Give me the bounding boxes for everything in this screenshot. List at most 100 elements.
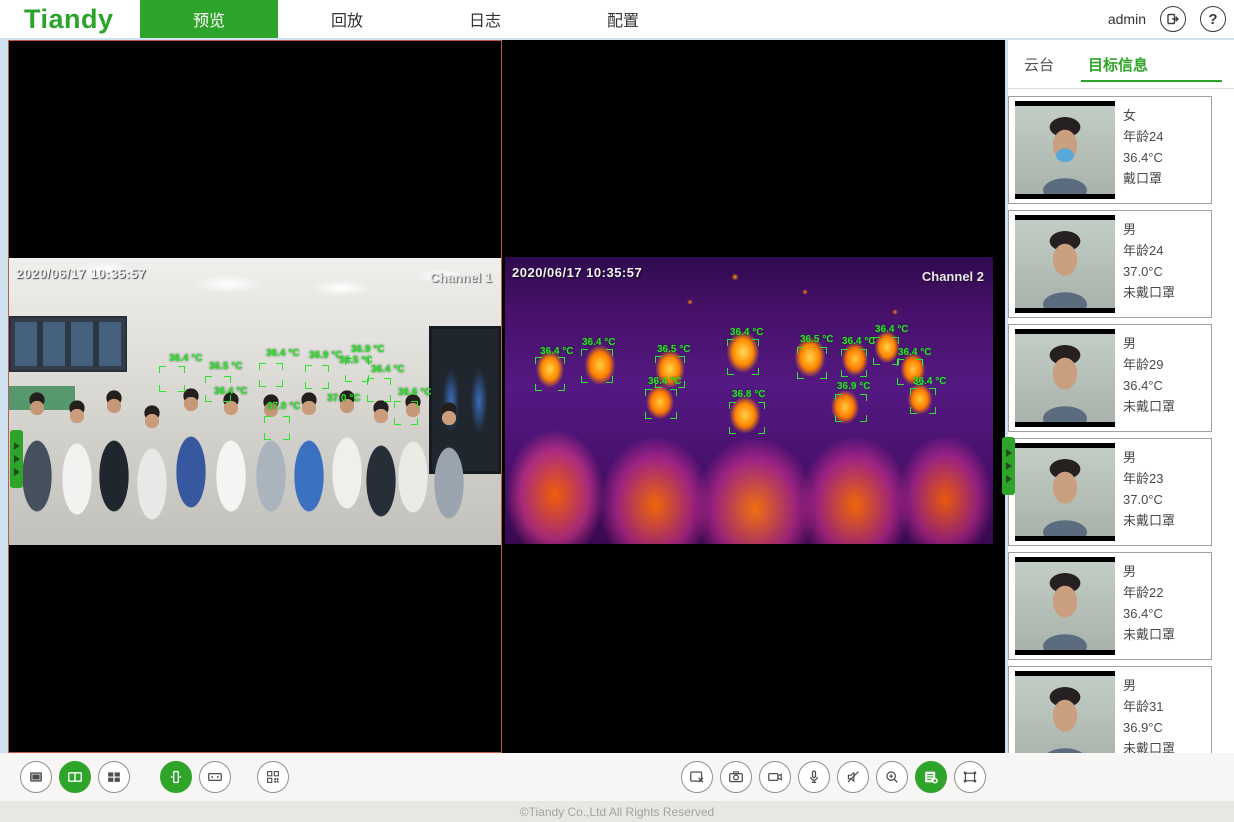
logout-icon[interactable] — [1160, 6, 1186, 32]
face-bracket — [159, 366, 185, 392]
right-panel-collapse-handle[interactable] — [1002, 437, 1015, 495]
close-all-icon[interactable] — [681, 761, 713, 793]
temperature-overlay-label: 36.4 °C — [169, 353, 202, 364]
mask-status-label: 未戴口罩 — [1123, 282, 1175, 303]
face-bracket — [581, 349, 613, 383]
arrow-icon — [14, 442, 20, 450]
video-pane-channel1[interactable]: 36.4 °C36.5 °C36.4 °C36.4 °C36.9 °C36.5 … — [8, 40, 502, 753]
footer-bar: ©Tiandy Co.,Ltd All Rights Reserved — [0, 801, 1234, 822]
record-icon[interactable] — [759, 761, 791, 793]
tab-playback[interactable]: 回放 — [278, 0, 416, 38]
target-info-overlay-icon[interactable] — [915, 761, 947, 793]
temperature-overlay-label: 36.4 °C — [898, 347, 931, 358]
mute-icon[interactable] — [837, 761, 869, 793]
age-label: 年龄29 — [1123, 354, 1175, 375]
target-card[interactable]: 男 年龄24 37.0°C 未戴口罩 — [1008, 210, 1212, 318]
temperature-overlay-label: 36.9 °C — [837, 381, 870, 392]
age-label: 年龄24 — [1123, 126, 1163, 147]
face-thumbnail — [1015, 329, 1115, 427]
temperature-overlay-label: 36.8 °C — [732, 389, 765, 400]
tab-ptz[interactable]: 云台 — [1024, 54, 1054, 75]
help-icon[interactable]: ? — [1200, 6, 1226, 32]
temperature-overlay-label: 36.4 °C — [842, 336, 875, 347]
custom-layout-icon[interactable] — [257, 761, 289, 793]
target-card-list: 女 年龄24 36.4°C 戴口罩 男 年龄24 37.0°C 未戴口罩 男 — [1008, 96, 1234, 780]
face-thumbnail — [1015, 101, 1115, 199]
tiandy-logo: Tiandy — [24, 4, 114, 35]
tab-log[interactable]: 日志 — [416, 0, 554, 38]
bottom-toolbar — [0, 753, 1234, 801]
corridor-mode-icon[interactable] — [160, 761, 192, 793]
snapshot-icon[interactable] — [720, 761, 752, 793]
right-sidebar: 云台 目标信息 女 年龄24 36.4°C 戴口罩 男 年龄24 37.0°C — [1008, 40, 1234, 802]
temperature-overlay-label: 36.4 °C — [214, 386, 247, 397]
temperature-overlay-label: 36.4 °C — [875, 324, 908, 335]
temperature-overlay-label: 36.6 °C — [398, 387, 431, 398]
app-window: Tiandy 预览 回放 日志 配置 admin ? 36.4 °C 36.5 °… — [0, 0, 1234, 822]
temperature-overlay-label: 36.5 °C — [657, 344, 690, 355]
temperature-label: 36.4°C — [1123, 375, 1175, 396]
face-bracket — [910, 388, 936, 414]
temperature-overlay-label: 36.4 °C — [730, 327, 763, 338]
channel2-thermal-video: 36.4 °C36.4 °C36.5 °C36.4 °C36.5 °C36.4 … — [505, 257, 993, 544]
mask-status-label: 未戴口罩 — [1123, 510, 1175, 531]
face-bracket — [873, 337, 899, 365]
temperature-label: 37.0°C — [1123, 489, 1175, 510]
layout-single-icon[interactable] — [20, 761, 52, 793]
face-bracket — [535, 357, 565, 391]
username-label: admin — [1108, 11, 1146, 27]
layout-two-split-icon[interactable] — [59, 761, 91, 793]
gender-label: 男 — [1123, 333, 1175, 354]
arrow-icon — [1006, 449, 1012, 457]
arrow-icon — [14, 468, 20, 476]
temperature-overlay-label: 36.4 °C — [582, 337, 615, 348]
face-thumbnail — [1015, 215, 1115, 313]
channel1-label: Channel 1 — [430, 270, 492, 285]
temperature-overlay-label: 36.4 °C — [540, 346, 573, 357]
target-card[interactable]: 女 年龄24 36.4°C 戴口罩 — [1008, 96, 1212, 204]
fullscreen-icon[interactable] — [954, 761, 986, 793]
face-bracket — [259, 363, 283, 387]
scale-mode-icon[interactable] — [199, 761, 231, 793]
temperature-overlay-label: 36.9 °C — [351, 344, 384, 355]
channel2-label: Channel 2 — [922, 269, 984, 284]
target-card[interactable]: 男 年龄29 36.4°C 未戴口罩 — [1008, 324, 1212, 432]
temperature-overlay-label: 36.4 °C — [648, 376, 681, 387]
channel2-timestamp: 2020/06/17 10:35:57 — [512, 265, 642, 280]
age-label: 年龄31 — [1123, 696, 1175, 717]
target-card[interactable]: 男 年龄22 36.4°C 未戴口罩 — [1008, 552, 1212, 660]
face-bracket — [264, 416, 290, 440]
temperature-overlay-label: 37.0 °C — [267, 401, 300, 412]
target-card[interactable]: 男 年龄23 37.0°C 未戴口罩 — [1008, 438, 1212, 546]
left-panel-collapse-handle[interactable] — [10, 430, 23, 488]
tab-preview[interactable]: 预览 — [140, 0, 278, 38]
temperature-overlay-label: 37.0 °C — [327, 393, 360, 404]
face-thumbnail — [1015, 557, 1115, 655]
gender-label: 男 — [1123, 675, 1175, 696]
tab-config[interactable]: 配置 — [554, 0, 692, 38]
temperature-overlay-label: 36.4 °C — [371, 364, 404, 375]
top-bar: Tiandy 预览 回放 日志 配置 admin ? — [0, 0, 1234, 38]
digital-zoom-icon[interactable] — [876, 761, 908, 793]
temperature-label: 36.4°C — [1123, 603, 1175, 624]
copyright-text: ©Tiandy Co.,Ltd All Rights Reserved — [520, 805, 714, 819]
mask-status-label: 未戴口罩 — [1123, 624, 1175, 645]
face-bracket — [305, 365, 329, 389]
video-stage: 36.4 °C36.5 °C36.4 °C36.4 °C36.9 °C36.5 … — [8, 40, 1005, 753]
face-bracket — [645, 389, 677, 419]
video-pane-channel2[interactable]: 36.4 °C36.4 °C36.5 °C36.4 °C36.5 °C36.4 … — [502, 40, 1005, 753]
main-nav: 预览 回放 日志 配置 — [140, 0, 692, 38]
arrow-icon — [14, 455, 20, 463]
temperature-label: 36.4°C — [1123, 147, 1163, 168]
talk-mic-icon[interactable] — [798, 761, 830, 793]
layout-button-group — [20, 761, 289, 793]
face-bracket — [797, 347, 827, 379]
face-bracket — [367, 378, 391, 402]
face-bracket — [394, 401, 418, 425]
temperature-overlay-label: 36.9 °C — [309, 350, 342, 361]
tab-target-info[interactable]: 目标信息 — [1088, 54, 1148, 75]
layout-quad-icon[interactable] — [98, 761, 130, 793]
temperature-overlay-label: 36.5 °C — [209, 361, 242, 372]
temperature-label: 37.0°C — [1123, 261, 1175, 282]
temperature-label: 36.9°C — [1123, 717, 1175, 738]
